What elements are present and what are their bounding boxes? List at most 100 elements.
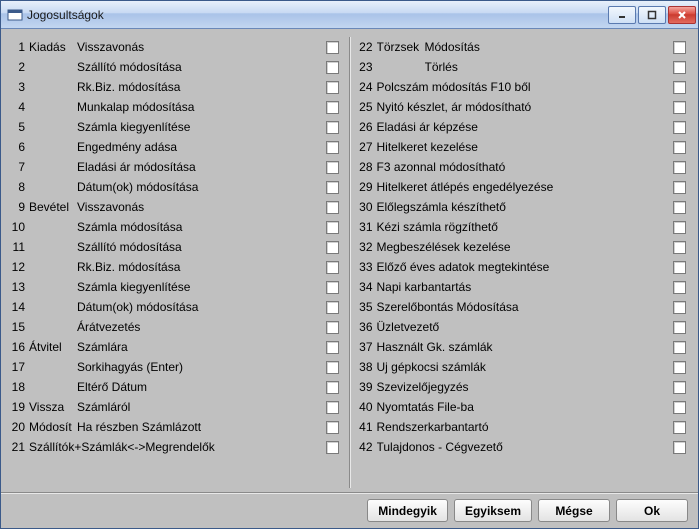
row-label: Napi karbantartás <box>377 280 674 294</box>
row-number: 40 <box>357 400 377 414</box>
permission-checkbox[interactable] <box>673 201 686 214</box>
permission-checkbox[interactable] <box>326 361 339 374</box>
row-number: 6 <box>9 140 29 154</box>
permission-checkbox[interactable] <box>673 181 686 194</box>
row-number: 20 <box>9 420 29 434</box>
permission-checkbox[interactable] <box>673 121 686 134</box>
permission-checkbox[interactable] <box>673 81 686 94</box>
permission-row: 20MódosítHa részben Számlázott <box>9 417 343 437</box>
ok-button[interactable]: Ok <box>616 499 688 522</box>
permission-checkbox[interactable] <box>326 41 339 54</box>
permission-row: 2Szállító módosítása <box>9 57 343 77</box>
permission-checkbox[interactable] <box>326 61 339 74</box>
left-column: 1KiadásVisszavonás2Szállító módosítása3R… <box>9 37 343 488</box>
row-number: 3 <box>9 80 29 94</box>
permission-checkbox[interactable] <box>673 281 686 294</box>
permission-checkbox[interactable] <box>326 161 339 174</box>
row-number: 23 <box>357 60 377 74</box>
row-label: Szállítók+Számlák<->Megrendelők <box>29 440 326 454</box>
row-number: 24 <box>357 80 377 94</box>
permission-checkbox[interactable] <box>673 301 686 314</box>
permission-checkbox[interactable] <box>673 41 686 54</box>
row-number: 26 <box>357 120 377 134</box>
permission-checkbox[interactable] <box>326 101 339 114</box>
permission-checkbox[interactable] <box>326 81 339 94</box>
window-buttons <box>608 6 696 24</box>
permission-row: 25Nyitó készlet, ár módosítható <box>357 97 691 117</box>
row-label: Rk.Biz. módosítása <box>77 260 326 274</box>
permission-row: 17 Sorkihagyás (Enter) <box>9 357 343 377</box>
permission-checkbox[interactable] <box>673 341 686 354</box>
permission-checkbox[interactable] <box>326 381 339 394</box>
row-label: Számla módosítása <box>77 220 326 234</box>
permission-row: 31Kézi számla rögzíthető <box>357 217 691 237</box>
minimize-button[interactable] <box>608 6 636 24</box>
row-label: Dátum(ok) módosítása <box>77 300 326 314</box>
permission-checkbox[interactable] <box>673 101 686 114</box>
permission-checkbox[interactable] <box>673 261 686 274</box>
select-all-button[interactable]: Mindegyik <box>367 499 448 522</box>
permission-row: 11Szállító módosítása <box>9 237 343 257</box>
permission-checkbox[interactable] <box>326 281 339 294</box>
row-label: Dátum(ok) módosítása <box>77 180 326 194</box>
row-number: 31 <box>357 220 377 234</box>
permission-checkbox[interactable] <box>673 401 686 414</box>
permission-checkbox[interactable] <box>673 321 686 334</box>
permission-row: 36Üzletvezető <box>357 317 691 337</box>
row-label: Visszavonás <box>77 200 326 214</box>
row-category: Törzsek <box>377 40 425 54</box>
permission-checkbox[interactable] <box>326 321 339 334</box>
row-number: 14 <box>9 300 29 314</box>
row-label: Sorkihagyás (Enter) <box>77 360 326 374</box>
permission-checkbox[interactable] <box>326 341 339 354</box>
permission-checkbox[interactable] <box>673 441 686 454</box>
permission-row: 13Számla kiegyenlítése <box>9 277 343 297</box>
permission-checkbox[interactable] <box>673 221 686 234</box>
row-category: Módosít <box>29 420 77 434</box>
permission-checkbox[interactable] <box>673 141 686 154</box>
cancel-button[interactable]: Mégse <box>538 499 610 522</box>
select-none-button[interactable]: Egyiksem <box>454 499 532 522</box>
permission-checkbox[interactable] <box>673 61 686 74</box>
row-label: Használt Gk. számlák <box>377 340 674 354</box>
client-area: 1KiadásVisszavonás2Szállító módosítása3R… <box>1 29 698 492</box>
permission-row: 28F3 azonnal módosítható <box>357 157 691 177</box>
row-label: Ha részben Számlázott <box>77 420 326 434</box>
permission-checkbox[interactable] <box>326 241 339 254</box>
row-number: 27 <box>357 140 377 154</box>
maximize-button[interactable] <box>638 6 666 24</box>
permission-row: 19VisszaSzámláról <box>9 397 343 417</box>
row-number: 35 <box>357 300 377 314</box>
permission-checkbox[interactable] <box>326 261 339 274</box>
permission-checkbox[interactable] <box>326 301 339 314</box>
row-label: Eltérő Dátum <box>77 380 326 394</box>
permission-checkbox[interactable] <box>673 161 686 174</box>
permission-checkbox[interactable] <box>326 181 339 194</box>
permission-checkbox[interactable] <box>326 421 339 434</box>
permission-row: 8Dátum(ok) módosítása <box>9 177 343 197</box>
permission-checkbox[interactable] <box>673 381 686 394</box>
row-number: 17 <box>9 360 29 374</box>
row-number: 33 <box>357 260 377 274</box>
permission-checkbox[interactable] <box>326 121 339 134</box>
row-number: 25 <box>357 100 377 114</box>
row-number: 41 <box>357 420 377 434</box>
permission-checkbox[interactable] <box>326 141 339 154</box>
app-icon <box>7 7 23 23</box>
row-number: 42 <box>357 440 377 454</box>
permission-checkbox[interactable] <box>673 241 686 254</box>
permission-row: 18 Eltérő Dátum <box>9 377 343 397</box>
row-label: Visszavonás <box>77 40 326 54</box>
permissions-window: Jogosultságok 1KiadásVisszavonás2Szállít… <box>0 0 699 529</box>
permission-checkbox[interactable] <box>326 401 339 414</box>
titlebar[interactable]: Jogosultságok <box>1 1 698 29</box>
permission-checkbox[interactable] <box>326 441 339 454</box>
row-label: Törlés <box>425 60 674 74</box>
permission-checkbox[interactable] <box>326 221 339 234</box>
permission-checkbox[interactable] <box>673 361 686 374</box>
close-button[interactable] <box>668 6 696 24</box>
row-label: Eladási ár módosítása <box>77 160 326 174</box>
permission-checkbox[interactable] <box>673 421 686 434</box>
permission-checkbox[interactable] <box>326 201 339 214</box>
row-number: 18 <box>9 380 29 394</box>
